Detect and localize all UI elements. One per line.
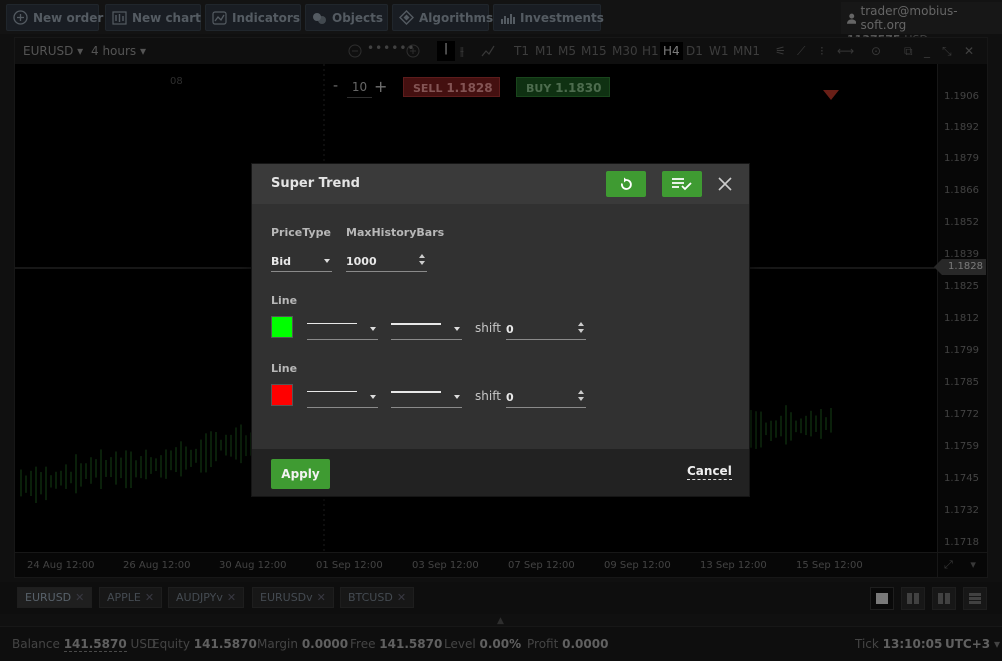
line1-style-select[interactable] <box>391 318 462 340</box>
line2-shift-input[interactable]: 0 <box>506 386 586 408</box>
line1-color-swatch[interactable] <box>271 316 293 338</box>
trading-app: New order New chart Indicators Objects A… <box>0 0 1002 661</box>
reset-button[interactable] <box>606 171 646 197</box>
line2-shift-value: 0 <box>506 391 514 404</box>
dialog-footer: Apply Cancel <box>252 449 749 496</box>
close-icon[interactable] <box>718 177 732 191</box>
max-history-label: MaxHistoryBars <box>346 226 445 239</box>
price-type-label: PriceType <box>271 226 331 239</box>
chevron-down-icon <box>324 259 330 263</box>
dialog-title: Super Trend <box>271 176 360 191</box>
max-history-value: 1000 <box>346 255 377 268</box>
line2-shift-label: shift <box>475 389 501 403</box>
line1-width-select[interactable] <box>307 318 378 340</box>
list-check-icon <box>672 178 692 191</box>
reset-icon <box>621 177 632 190</box>
line2-label: Line <box>271 362 298 375</box>
price-type-value: Bid <box>271 255 292 268</box>
price-type-select[interactable]: Bid <box>271 250 332 272</box>
spin-up-icon[interactable] <box>419 254 425 258</box>
save-template-button[interactable] <box>662 171 702 197</box>
chevron-down-icon <box>370 395 376 399</box>
spin-up-icon[interactable] <box>578 390 584 394</box>
line2-color-swatch[interactable] <box>271 384 293 406</box>
line1-label: Line <box>271 294 298 307</box>
line1-shift-value: 0 <box>506 323 514 336</box>
dialog-header: Super Trend <box>252 164 749 204</box>
spin-down-icon[interactable] <box>578 329 584 333</box>
spin-up-icon[interactable] <box>578 322 584 326</box>
chevron-down-icon <box>454 395 460 399</box>
indicator-settings-dialog: Super Trend PriceType MaxHistoryBars Bid… <box>251 163 750 497</box>
spin-down-icon[interactable] <box>419 261 425 265</box>
chevron-down-icon <box>454 327 460 331</box>
chevron-down-icon <box>370 327 376 331</box>
apply-button[interactable]: Apply <box>271 459 330 489</box>
line1-shift-input[interactable]: 0 <box>506 318 586 340</box>
line2-style-select[interactable] <box>391 386 462 408</box>
cancel-button[interactable]: Cancel <box>687 464 732 480</box>
spin-down-icon[interactable] <box>578 397 584 401</box>
line2-width-select[interactable] <box>307 386 378 408</box>
line1-shift-label: shift <box>475 321 501 335</box>
max-history-input[interactable]: 1000 <box>346 250 427 272</box>
